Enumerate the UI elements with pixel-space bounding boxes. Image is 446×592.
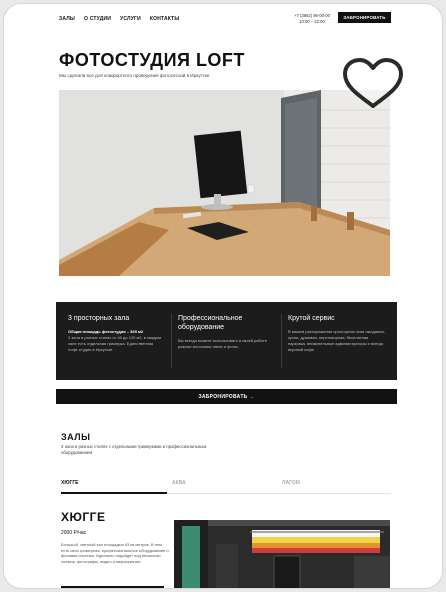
room-price: 2000 Р/час — [61, 530, 87, 536]
feature-title: Профессиональное оборудование — [178, 315, 243, 331]
heart-outline-icon[interactable] — [340, 56, 406, 112]
nav-link-halls[interactable]: ЗАЛЫ — [59, 16, 75, 22]
room-photo — [174, 520, 390, 588]
halls-tabs: ХЮГГЕ АКВА ЛАГОМ — [61, 476, 391, 494]
halls-title: ЗАЛЫ — [61, 432, 91, 442]
halls-subtitle: 3 зала в разных стилях с отдельными грим… — [61, 444, 207, 455]
page-title: ФОТОСТУДИЯ LOFT — [59, 50, 245, 70]
active-tab-indicator — [61, 492, 167, 494]
feature-text: Вы всегда можете использовать в своей ра… — [178, 338, 267, 349]
top-nav: ЗАЛЫ О СТУДИИ УСЛУГИ КОНТАКТЫ — [59, 16, 180, 22]
nav-link-about[interactable]: О СТУДИИ — [84, 16, 111, 22]
contact-info: +7 (3952) 96-00-00 10:00 – 22:00 — [294, 13, 330, 24]
room-book-button[interactable] — [61, 586, 164, 588]
phone-number[interactable]: +7 (3952) 96-00-00 — [294, 13, 330, 19]
page-card: ЗАЛЫ О СТУДИИ УСЛУГИ КОНТАКТЫ +7 (3952) … — [3, 3, 443, 589]
nav-link-services[interactable]: УСЛУГИ — [120, 16, 141, 22]
room-title: ХЮГГЕ — [61, 510, 106, 524]
feature-title: 3 просторных зала — [68, 315, 130, 322]
book-button-main[interactable]: ЗАБРОНИРОВАТЬ → — [56, 389, 397, 404]
hero-photo — [59, 90, 390, 276]
working-hours: 10:00 – 22:00 — [299, 18, 325, 24]
feature-equipment: Профессиональное оборудование Вы всегда … — [172, 314, 282, 368]
feature-text: В вашем распоряжении просторная зона ожи… — [288, 329, 385, 352]
tab-akva[interactable]: АКВА — [172, 480, 186, 486]
feature-text: 3 зала в разных стилях от 40 до 120 м2, … — [68, 335, 161, 352]
feature-service: Крутой сервис В вашем распоряжении прост… — [282, 314, 391, 368]
page-subtitle: Мы сделали все для комфортного проведени… — [59, 73, 210, 78]
features-panel: 3 просторных зала Общая площадь фотостуд… — [56, 302, 397, 380]
tab-lagom[interactable]: ЛАГОМ — [282, 480, 300, 486]
feature-halls: 3 просторных зала Общая площадь фотостуд… — [62, 314, 172, 368]
tab-hygge[interactable]: ХЮГГЕ — [61, 480, 79, 486]
feature-title: Крутой сервис — [288, 315, 335, 322]
room-description: Большой, светлый зал площадью 63 кв.метр… — [61, 542, 169, 564]
nav-link-contacts[interactable]: КОНТАКТЫ — [150, 16, 180, 22]
book-button-header[interactable]: ЗАБРОНИРОВАТЬ — [338, 12, 391, 23]
